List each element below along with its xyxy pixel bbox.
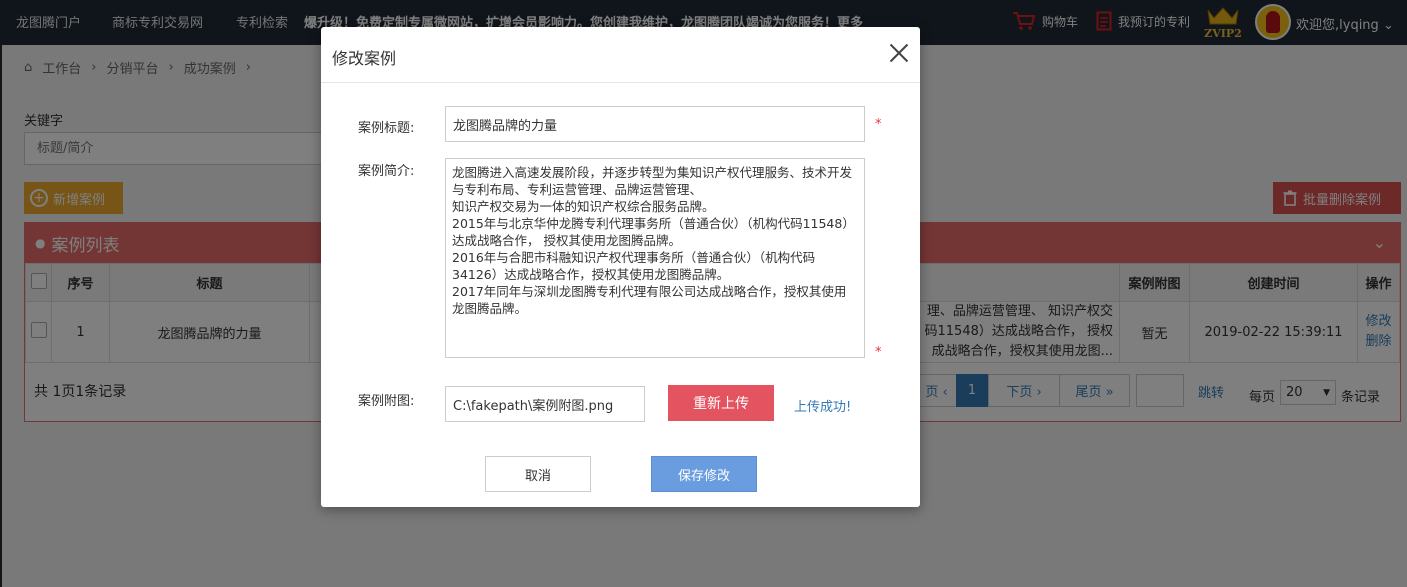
required-mark: *	[875, 345, 882, 360]
modal-title: 修改案例	[332, 49, 397, 68]
upload-status: 上传成功!	[794, 400, 852, 415]
case-image-path-input[interactable]: C:\fakepath\案例附图.png	[445, 386, 645, 422]
reupload-button[interactable]: 重新上传	[668, 385, 774, 421]
case-summary-textarea[interactable]: 龙图腾进入高速发展阶段，并逐步转型为集知识产权代理服务、技术开发与专利布局、专利…	[445, 158, 865, 358]
cancel-button[interactable]: 取消	[485, 456, 591, 492]
case-summary-label: 案例简介:	[358, 164, 415, 179]
close-icon[interactable]	[887, 41, 911, 65]
case-image-label: 案例附图:	[358, 394, 415, 409]
case-title-label: 案例标题:	[358, 121, 415, 136]
case-title-input[interactable]: 龙图腾品牌的力量	[445, 106, 865, 142]
required-mark: *	[875, 117, 882, 132]
save-button[interactable]: 保存修改	[651, 456, 757, 492]
edit-case-modal: 修改案例 案例标题: 龙图腾品牌的力量 * 案例简介: 龙图腾进入高速发展阶段，…	[321, 27, 920, 507]
modal-header: 修改案例	[321, 27, 920, 83]
